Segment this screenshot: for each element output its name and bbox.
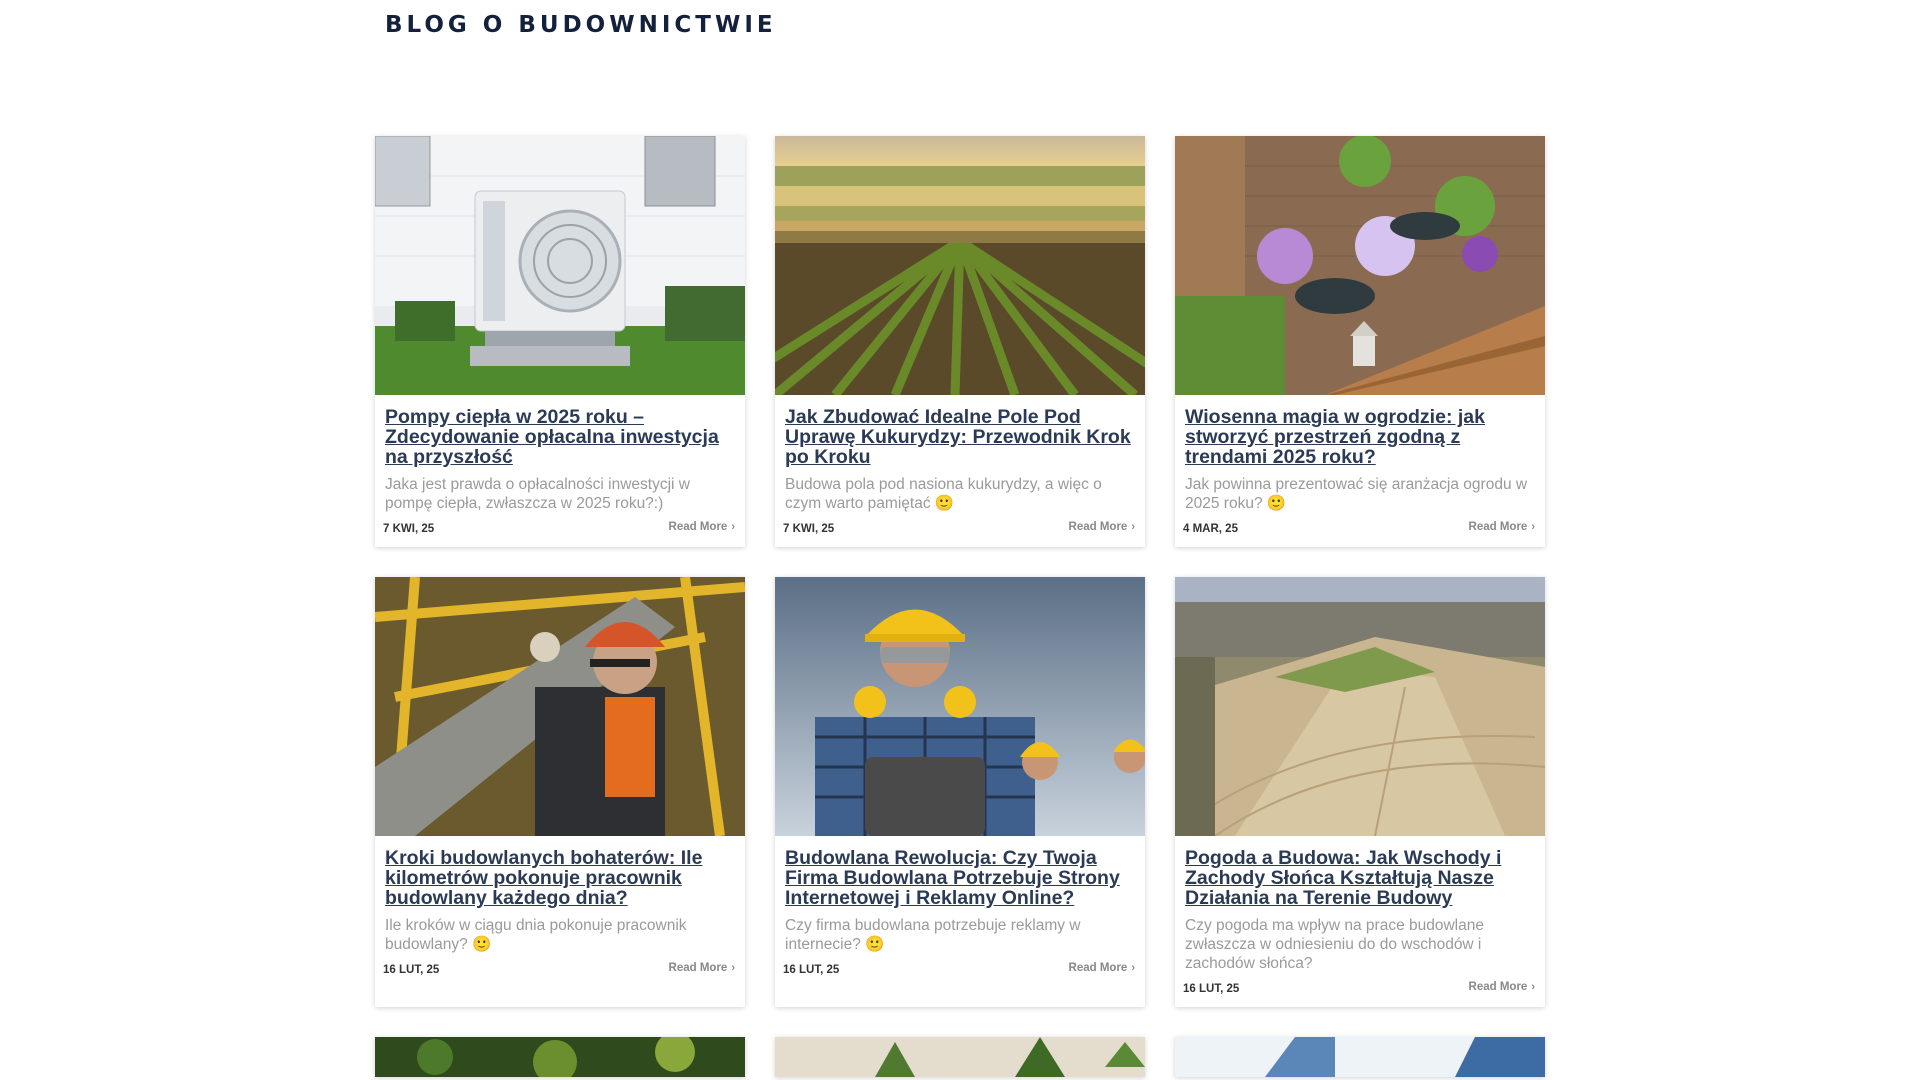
- post-image-engineer-tablet[interactable]: [775, 577, 1145, 836]
- post-card: Budowlana Rewolucja: Czy Twoja Firma Bud…: [775, 577, 1145, 1007]
- post-card: Pompy ciepła w 2025 roku – Zdecydowanie …: [375, 136, 745, 547]
- post-title-link[interactable]: Kroki budowlanych bohaterów: Ile kilomet…: [385, 848, 735, 908]
- post-excerpt: Jaka jest prawda o opłacalności inwestyc…: [385, 476, 690, 512]
- post-date: 16 LUT, 25: [383, 964, 440, 976]
- read-more-link[interactable]: Read More ›: [1469, 981, 1535, 993]
- post-image-corn-field[interactable]: [775, 136, 1145, 395]
- post-card: Jak Zbudować Idealne Pole Pod Uprawę Kuk…: [775, 136, 1145, 547]
- post-image-garden[interactable]: [1175, 136, 1545, 395]
- read-more-link[interactable]: Read More ›: [669, 521, 735, 533]
- post-date: 16 LUT, 25: [783, 964, 840, 976]
- post-card: Kroki budowlanych bohaterów: Ile kilomet…: [375, 577, 745, 1007]
- chevron-right-icon: ›: [1131, 521, 1135, 533]
- read-more-link[interactable]: Read More ›: [1469, 521, 1535, 533]
- chevron-right-icon: ›: [1131, 962, 1135, 974]
- read-more-label: Read More: [668, 521, 728, 533]
- read-more-label: Read More: [1068, 962, 1128, 974]
- post-card: Pogoda a Budowa: Jak Wschody i Zachody S…: [1175, 577, 1545, 1007]
- read-more-label: Read More: [1468, 981, 1528, 993]
- post-title-link[interactable]: Jak Zbudować Idealne Pole Pod Uprawę Kuk…: [785, 407, 1135, 467]
- post-title-link[interactable]: Budowlana Rewolucja: Czy Twoja Firma Bud…: [785, 848, 1135, 908]
- post-title-link[interactable]: Pogoda a Budowa: Jak Wschody i Zachody S…: [1185, 848, 1535, 908]
- chevron-right-icon: ›: [731, 962, 735, 974]
- chevron-right-icon: ›: [1531, 521, 1535, 533]
- post-date: 7 KWI, 25: [383, 523, 435, 535]
- post-image-aerial-site[interactable]: [1175, 577, 1545, 836]
- post-date: 4 MAR, 25: [1183, 523, 1238, 535]
- post-date: 16 LUT, 25: [1183, 983, 1240, 995]
- site-title[interactable]: BLOG O BUDOWNICTWIE: [385, 12, 777, 38]
- post-image-hemp-leaves[interactable]: [775, 1037, 1145, 1077]
- post-excerpt: Ile kroków w ciągu dnia pokonuje pracown…: [385, 917, 687, 953]
- post-image-garden-greenery[interactable]: [375, 1037, 745, 1077]
- post-card: [375, 1037, 745, 1077]
- chevron-right-icon: ›: [1531, 981, 1535, 993]
- read-more-link[interactable]: Read More ›: [669, 962, 735, 974]
- post-excerpt: Czy pogoda ma wpływ na prace budowlane z…: [1185, 917, 1484, 972]
- post-date: 7 KWI, 25: [783, 523, 835, 535]
- read-more-link[interactable]: Read More ›: [1069, 521, 1135, 533]
- post-card: [1175, 1037, 1545, 1077]
- post-image-worker-pipe[interactable]: [375, 577, 745, 836]
- chevron-right-icon: ›: [731, 521, 735, 533]
- read-more-label: Read More: [1068, 521, 1128, 533]
- posts-grid: Pompy ciepła w 2025 roku – Zdecydowanie …: [375, 136, 1545, 1077]
- post-image-skyscrapers[interactable]: [1175, 1037, 1545, 1077]
- post-excerpt: Czy firma budowlana potrzebuje reklamy w…: [785, 917, 1081, 953]
- read-more-link[interactable]: Read More ›: [1069, 962, 1135, 974]
- post-card: Wiosenna magia w ogrodzie: jak stworzyć …: [1175, 136, 1545, 547]
- post-title-link[interactable]: Pompy ciepła w 2025 roku – Zdecydowanie …: [385, 407, 735, 467]
- post-title-link[interactable]: Wiosenna magia w ogrodzie: jak stworzyć …: [1185, 407, 1535, 467]
- read-more-label: Read More: [668, 962, 728, 974]
- read-more-label: Read More: [1468, 521, 1528, 533]
- post-image-heat-pump[interactable]: [375, 136, 745, 395]
- post-card: [775, 1037, 1145, 1077]
- post-excerpt: Budowa pola pod nasiona kukurydzy, a wię…: [785, 476, 1102, 512]
- post-excerpt: Jak powinna prezentować się aranżacja og…: [1185, 476, 1528, 512]
